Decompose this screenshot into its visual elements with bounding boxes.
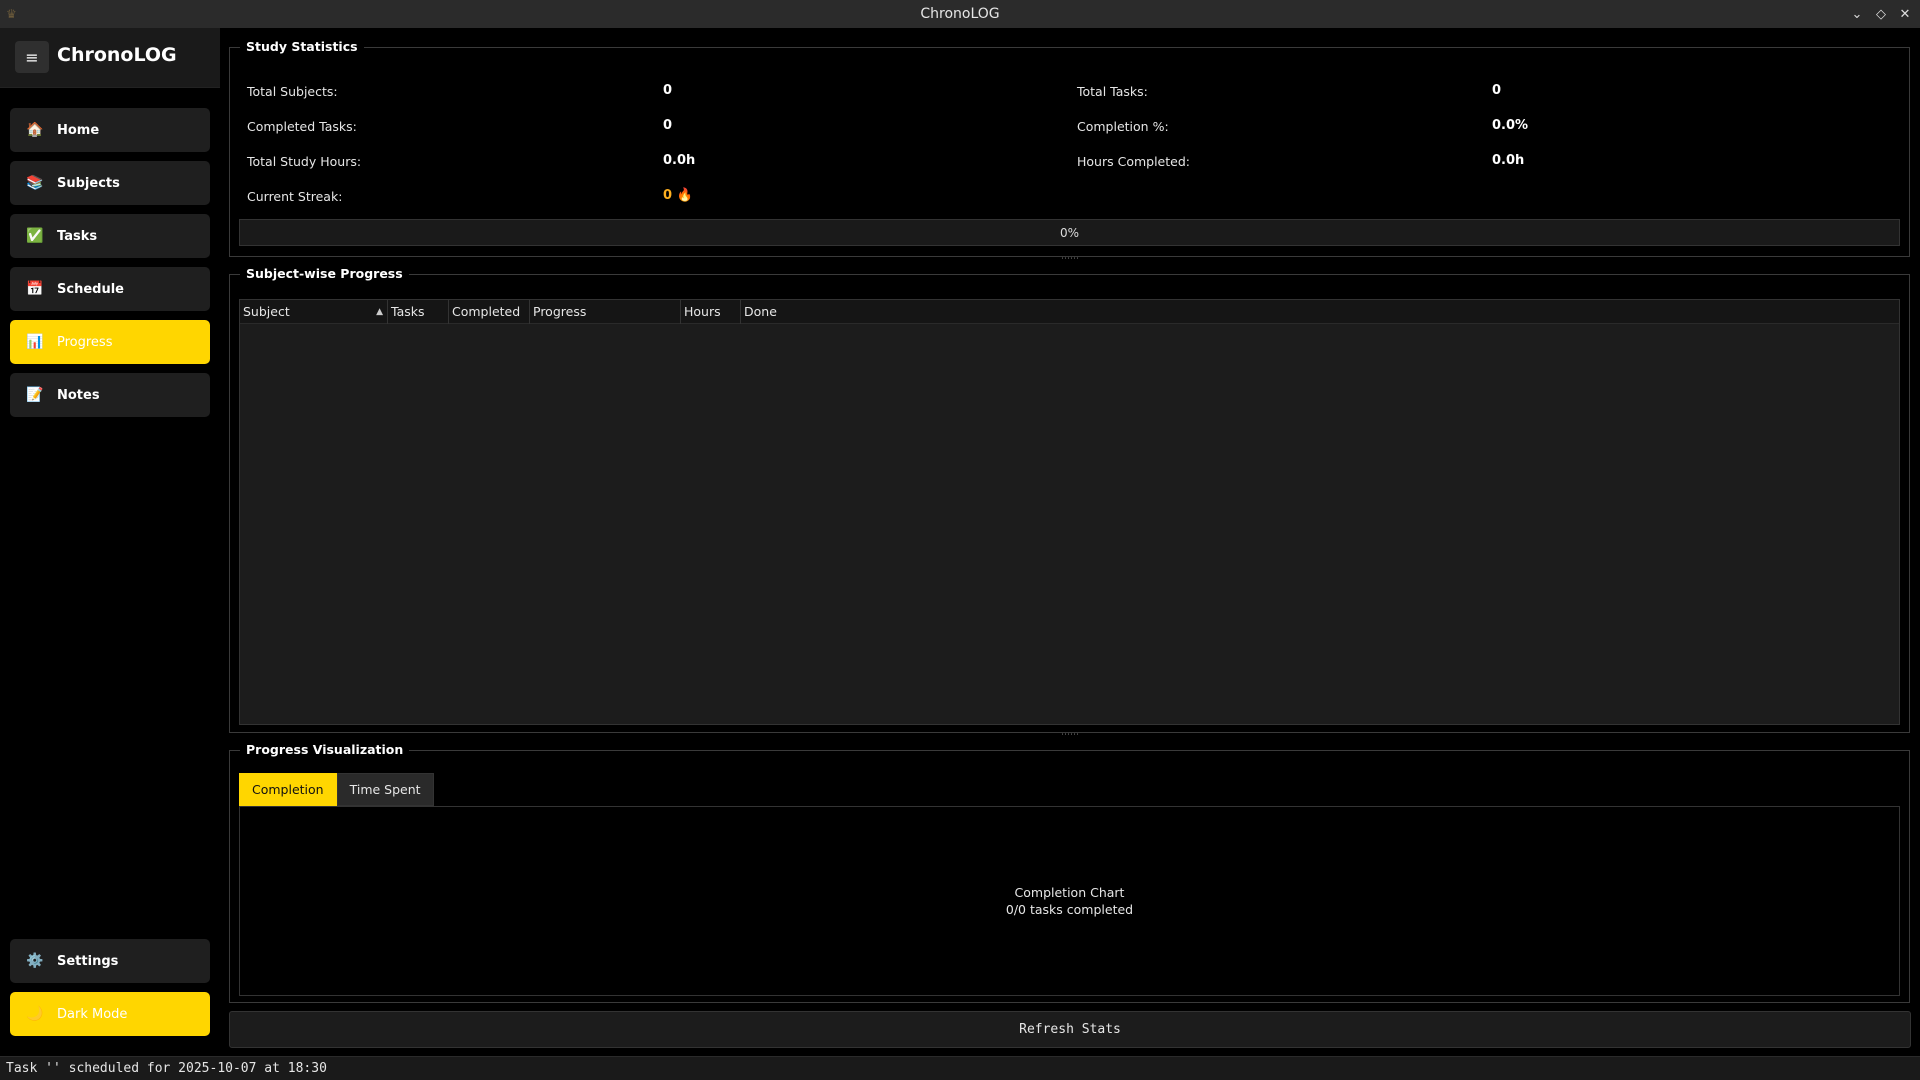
streak-value: 0 🔥	[663, 188, 693, 203]
app-window: ♛ ChronoLOG ⌄ ◇ ✕ ≡ ChronoLOG 🏠 Home 📚 S…	[0, 0, 1920, 1080]
visualization-tabs: Completion Time Spent	[239, 773, 434, 806]
streak-label: Current Streak:	[247, 189, 343, 204]
total-subjects-label: Total Subjects:	[247, 84, 338, 99]
tab-completion[interactable]: Completion	[239, 773, 337, 806]
main-content: Study Statistics Total Subjects: 0 Total…	[220, 28, 1920, 1056]
sidebar-item-notes[interactable]: 📝 Notes	[10, 373, 210, 417]
menu-toggle-button[interactable]: ≡	[15, 41, 49, 73]
settings-label: Settings	[57, 953, 119, 969]
sidebar-item-label: Home	[57, 122, 100, 138]
completion-chart-area: Completion Chart 0/0 tasks completed	[239, 806, 1900, 996]
column-header-progress[interactable]: Progress	[530, 300, 681, 324]
sidebar-item-label: Schedule	[57, 281, 124, 297]
column-header-tasks[interactable]: Tasks	[388, 300, 449, 324]
chevron-down-icon[interactable]: ⌄	[1850, 7, 1864, 22]
hamburger-icon: ≡	[25, 47, 39, 67]
books-icon: 📚	[26, 175, 44, 191]
study-statistics-group: Study Statistics Total Subjects: 0 Total…	[229, 39, 1910, 257]
subject-progress-group: Subject-wise Progress Subject ▲ Tasks Co…	[229, 266, 1910, 733]
status-bar: Task '' scheduled for 2025-10-07 at 18:3…	[0, 1056, 1920, 1080]
chart-icon: 📊	[26, 334, 44, 350]
sidebar-item-label: Tasks	[57, 228, 98, 244]
sidebar-item-label: Progress	[57, 334, 113, 350]
sidebar-item-progress[interactable]: 📊 Progress	[10, 320, 210, 364]
completed-tasks-label: Completed Tasks:	[247, 119, 357, 134]
home-icon: 🏠	[26, 122, 44, 138]
subject-progress-table[interactable]: Subject ▲ Tasks Completed Progress Hours…	[239, 299, 1900, 725]
total-subjects-value: 0	[663, 83, 673, 98]
sidebar-item-subjects[interactable]: 📚 Subjects	[10, 161, 210, 205]
group-title: Progress Visualization	[240, 742, 410, 757]
window-controls: ⌄ ◇ ✕	[1850, 0, 1912, 28]
title-bar: ♛ ChronoLOG ⌄ ◇ ✕	[0, 0, 1920, 28]
total-tasks-label: Total Tasks:	[1077, 84, 1148, 99]
gear-icon: ⚙️	[26, 953, 44, 969]
hours-completed-value: 0.0h	[1492, 153, 1525, 168]
sort-ascending-icon: ▲	[376, 307, 383, 317]
completion-pct-label: Completion %:	[1077, 119, 1169, 134]
check-icon: ✅	[26, 228, 44, 244]
calendar-icon: 📅	[26, 281, 44, 297]
dark-mode-label: Dark Mode	[57, 1006, 128, 1022]
sidebar-header: ≡ ChronoLOG	[0, 28, 220, 88]
notes-icon: 📝	[26, 387, 44, 403]
overall-progress-bar: 0%	[239, 219, 1900, 246]
sidebar-item-schedule[interactable]: 📅 Schedule	[10, 267, 210, 311]
column-header-completed[interactable]: Completed	[449, 300, 530, 324]
total-tasks-value: 0	[1492, 83, 1502, 98]
column-header-done[interactable]: Done	[741, 300, 801, 324]
sidebar-item-label: Subjects	[57, 175, 120, 191]
window-title: ChronoLOG	[920, 6, 1000, 22]
sidebar-item-tasks[interactable]: ✅ Tasks	[10, 214, 210, 258]
column-header-subject[interactable]: Subject ▲	[240, 300, 388, 324]
group-title: Subject-wise Progress	[240, 266, 409, 281]
sidebar-item-home[interactable]: 🏠 Home	[10, 108, 210, 152]
moon-icon: 🌙	[26, 1006, 44, 1022]
splitter-handle[interactable]: ⋯⋯	[1061, 731, 1079, 740]
sidebar-item-label: Notes	[57, 387, 100, 403]
dark-mode-toggle[interactable]: 🌙 Dark Mode	[10, 992, 210, 1036]
column-header-hours[interactable]: Hours	[681, 300, 741, 324]
total-hours-label: Total Study Hours:	[247, 154, 362, 169]
progress-visualization-group: Progress Visualization Completion Time S…	[229, 742, 1910, 1003]
diamond-icon[interactable]: ◇	[1874, 7, 1888, 22]
brand-title: ChronoLOG	[57, 44, 177, 66]
refresh-stats-button[interactable]: Refresh Stats	[229, 1011, 1911, 1048]
completed-tasks-value: 0	[663, 118, 673, 133]
splitter-handle[interactable]: ⋯⋯	[1061, 255, 1079, 264]
chart-subtitle: 0/0 tasks completed	[1005, 902, 1134, 917]
hours-completed-label: Hours Completed:	[1077, 154, 1190, 169]
table-header: Subject ▲ Tasks Completed Progress Hours…	[240, 300, 1899, 324]
completion-pct-value: 0.0%	[1492, 118, 1529, 133]
group-title: Study Statistics	[240, 39, 364, 54]
sidebar: ≡ ChronoLOG 🏠 Home 📚 Subjects ✅ Tasks 📅 …	[0, 28, 220, 1056]
settings-button[interactable]: ⚙️ Settings	[10, 939, 210, 983]
tab-time-spent[interactable]: Time Spent	[336, 773, 434, 806]
close-icon[interactable]: ✕	[1898, 7, 1912, 22]
chart-title: Completion Chart	[1014, 885, 1125, 900]
progress-text: 0%	[1059, 225, 1080, 240]
total-hours-value: 0.0h	[663, 153, 696, 168]
app-icon: ♛	[6, 7, 17, 21]
